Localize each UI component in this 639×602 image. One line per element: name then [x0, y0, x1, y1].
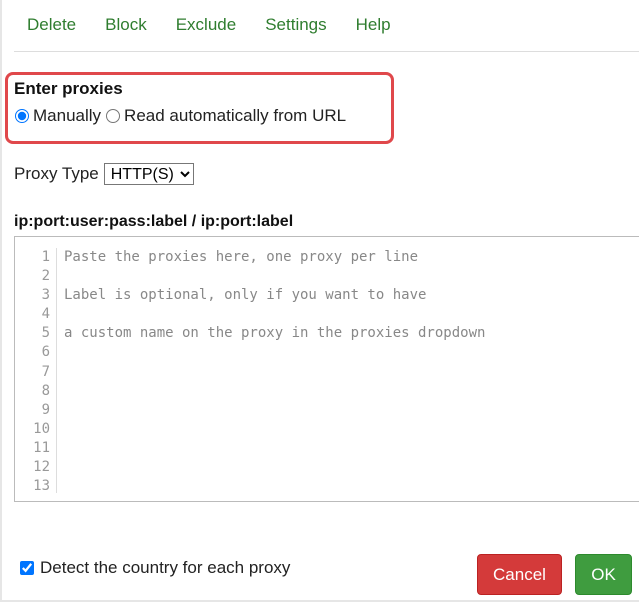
menu-help[interactable]: Help: [356, 15, 391, 35]
menu-delete[interactable]: Delete: [27, 15, 76, 35]
line-number: 8: [41, 382, 50, 399]
proxy-type-select[interactable]: HTTP(S): [103, 163, 194, 185]
format-label: ip:port:user:pass:label / ip:port:label: [14, 213, 294, 230]
menu-bar: Delete Block Exclude Settings Help: [27, 15, 420, 35]
detect-country-label[interactable]: Detect the country for each proxy: [40, 558, 290, 578]
proxy-type-row: Proxy Type HTTP(S): [14, 163, 194, 185]
line-number: 7: [41, 363, 50, 380]
enter-proxies-title: Enter proxies: [14, 79, 123, 98]
divider: [14, 51, 639, 52]
line-number: 6: [41, 344, 50, 361]
line-number: 4: [41, 306, 50, 323]
editor-line: Label is optional, only if you want to h…: [64, 287, 427, 304]
menu-settings[interactable]: Settings: [265, 15, 326, 35]
menu-block[interactable]: Block: [105, 15, 147, 35]
line-number: 10: [33, 420, 50, 437]
line-number: 5: [41, 325, 50, 342]
detect-country-checkbox[interactable]: [20, 561, 34, 575]
ok-button[interactable]: OK: [575, 554, 632, 595]
proxies-editor[interactable]: 1 2 3 4 5 6 7 8 9 10 11 12 13 Paste the proxies here…: [14, 236, 639, 502]
line-number: 13: [33, 478, 50, 495]
line-number: 3: [41, 287, 50, 304]
radio-url[interactable]: [106, 109, 121, 123]
line-number: 11: [33, 439, 50, 456]
window-edge: [0, 0, 2, 602]
line-number: 1: [41, 249, 50, 265]
cancel-button[interactable]: Cancel: [477, 554, 562, 595]
menu-exclude[interactable]: Exclude: [176, 15, 236, 35]
proxy-type-label: Proxy Type: [14, 164, 99, 183]
line-number: 2: [41, 268, 50, 285]
line-number: 9: [41, 401, 50, 418]
radio-url-label[interactable]: Read automatically from URL: [124, 106, 346, 126]
enter-mode-group: Manually Read automatically from URL: [13, 106, 346, 126]
detect-country-row: Detect the country for each proxy: [18, 558, 290, 578]
line-number-gutter: 1 2 3 4 5 6 7 8 9 10 11 12 13: [15, 248, 57, 495]
radio-manually[interactable]: [15, 109, 29, 123]
radio-manually-label[interactable]: Manually: [33, 106, 101, 126]
editor-line: a custom name on the proxy in the proxie…: [64, 325, 486, 342]
editor-line: Paste the proxies here, one proxy per li…: [64, 249, 419, 265]
editor-lines: Paste the proxies here, one proxy per li…: [64, 248, 485, 496]
line-number: 12: [33, 459, 50, 476]
